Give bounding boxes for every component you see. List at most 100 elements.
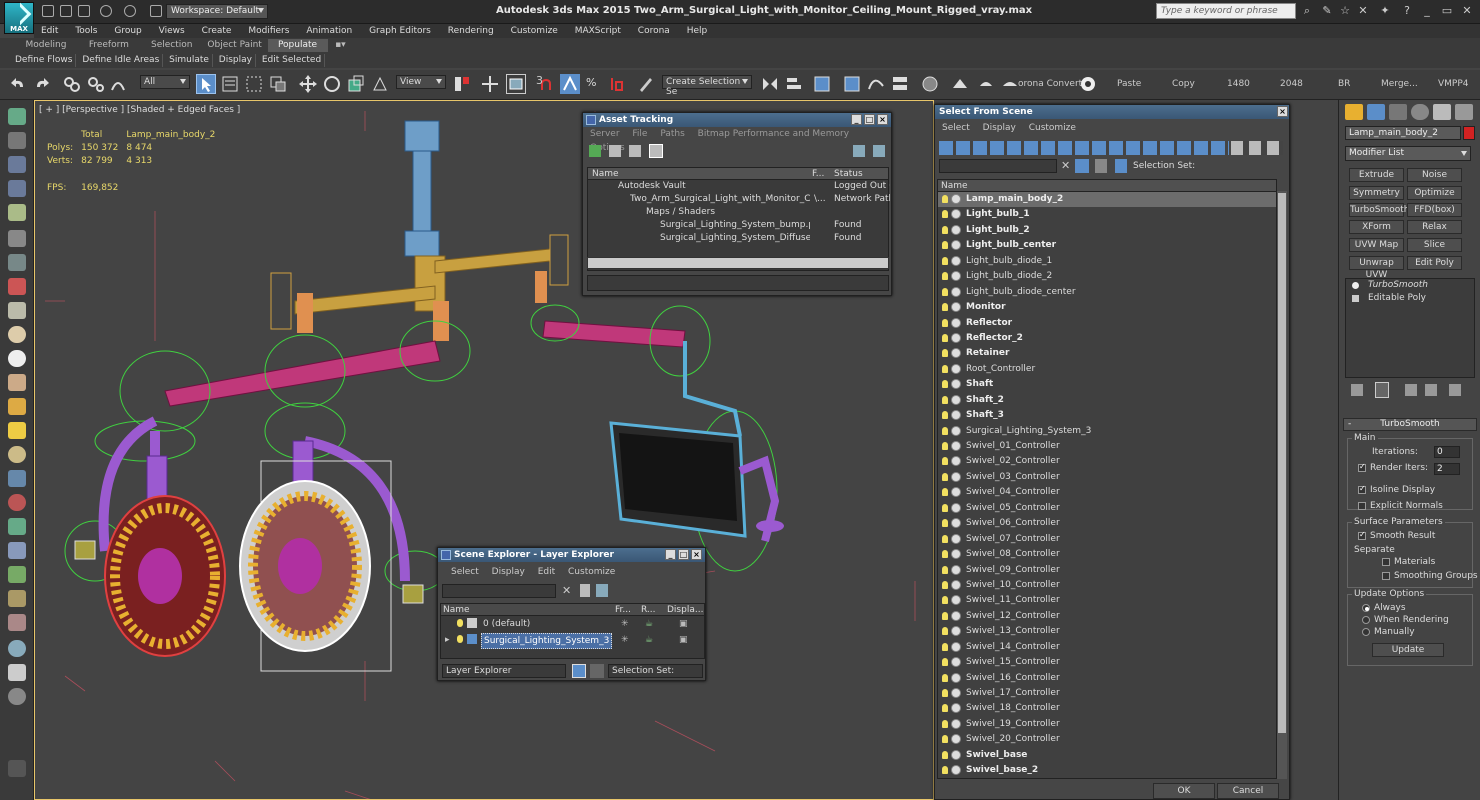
hair-icon[interactable]: [8, 590, 26, 607]
lightbulb-icon[interactable]: [942, 611, 948, 620]
helper-icon[interactable]: [8, 254, 26, 271]
filter-icon[interactable]: [580, 584, 590, 597]
asset-row[interactable]: Surgical_Lighting_System_bump.png Found: [588, 219, 888, 232]
smooth-result-checkbox[interactable]: Smooth Result: [1358, 530, 1435, 541]
make-unique-icon[interactable]: [1405, 384, 1417, 396]
list-item[interactable]: Lamp_main_body_2: [938, 192, 1276, 208]
expand-plus-icon[interactable]: [1352, 295, 1359, 302]
list-item[interactable]: Light_bulb_diode_1: [938, 254, 1276, 269]
list-item[interactable]: Light_bulb_center: [938, 238, 1276, 253]
display-button[interactable]: Display: [216, 54, 256, 67]
list-item[interactable]: Swivel_02_Controller: [938, 454, 1276, 469]
list-item[interactable]: Shaft: [938, 377, 1276, 392]
modifier-stack[interactable]: TurboSmooth Editable Poly: [1345, 278, 1475, 378]
keyboard-shortcut-override-icon[interactable]: [506, 74, 526, 94]
selection-filter-dropdown[interactable]: All: [140, 75, 190, 89]
define-flows-button[interactable]: Define Flows: [12, 54, 77, 67]
list-item[interactable]: Reflector: [938, 316, 1276, 331]
particles-icon[interactable]: [8, 470, 26, 487]
lightbulb-icon[interactable]: [942, 735, 948, 744]
menu-edit[interactable]: Edit: [34, 24, 65, 38]
edit-selected-button[interactable]: Edit Selected: [259, 54, 326, 67]
column-renderable[interactable]: R...: [641, 604, 656, 616]
lightbulb-icon[interactable]: [942, 658, 948, 667]
merge-button[interactable]: Merge...: [1381, 79, 1418, 89]
app-menu-button[interactable]: MAX: [4, 2, 34, 34]
ribbon-tab-modeling[interactable]: Modeling: [16, 39, 76, 52]
refresh-icon[interactable]: [589, 145, 601, 157]
rendered-frame-window-icon[interactable]: [976, 74, 996, 94]
stack-item-editable-poly[interactable]: Editable Poly: [1346, 292, 1474, 305]
list-item[interactable]: Light_bulb_diode_2: [938, 269, 1276, 284]
display-box-icon[interactable]: ▣: [679, 632, 688, 648]
list-item[interactable]: Swivel_15_Controller: [938, 655, 1276, 670]
asset-row[interactable]: Two_Arm_Surgical_Light_with_Monitor_Ceil…: [588, 193, 890, 206]
cancel-button[interactable]: Cancel: [1217, 783, 1279, 799]
close-window-icon[interactable]: ✕: [1460, 4, 1474, 18]
lightbulb-icon[interactable]: [942, 241, 948, 250]
redo-icon[interactable]: [124, 5, 136, 17]
menu-paths[interactable]: Paths: [655, 127, 689, 141]
motion-tab-icon[interactable]: [1411, 104, 1429, 120]
pin-stack-icon[interactable]: [1351, 384, 1363, 396]
menu-animation[interactable]: Animation: [299, 24, 359, 38]
select-from-scene-titlebar[interactable]: Select From Scene ×: [935, 105, 1289, 119]
freeze-icon[interactable]: ✳: [621, 632, 629, 648]
lightbulb-icon[interactable]: [942, 704, 948, 713]
isoline-display-checkbox[interactable]: Isoline Display: [1358, 484, 1435, 495]
rotate-icon[interactable]: [322, 74, 342, 94]
simulate-button[interactable]: Simulate: [166, 54, 213, 67]
list-item[interactable]: Swivel_14_Controller: [938, 640, 1276, 655]
symmetry-button[interactable]: Symmetry: [1349, 186, 1404, 200]
plane-icon[interactable]: [8, 302, 26, 319]
redo-icon[interactable]: [32, 74, 52, 94]
menu-views[interactable]: Views: [152, 24, 192, 38]
lightbulb-icon[interactable]: [942, 580, 948, 589]
resolution-2048-button[interactable]: 2048: [1280, 79, 1303, 89]
subscription-icon[interactable]: ✕: [1356, 4, 1370, 18]
undo-icon[interactable]: [100, 5, 112, 17]
ribbon-tab-populate[interactable]: Populate: [267, 39, 328, 52]
list-item[interactable]: Reflector_2: [938, 331, 1276, 346]
save-file-icon[interactable]: [78, 5, 90, 17]
percent-snap-icon[interactable]: %: [584, 74, 604, 94]
render-production-icon[interactable]: [1000, 74, 1020, 94]
geosphere-icon[interactable]: [8, 350, 26, 367]
render-icon[interactable]: [8, 278, 26, 295]
settings-icon[interactable]: [873, 145, 885, 157]
unlink-icon[interactable]: [86, 74, 106, 94]
select-by-name-icon[interactable]: [220, 74, 240, 94]
menu-graph-editors[interactable]: Graph Editors: [362, 24, 438, 38]
spinner-snap-icon[interactable]: [608, 74, 628, 94]
communication-center-icon[interactable]: ✎: [1320, 4, 1334, 18]
scene-object-list[interactable]: Name Lamp_main_body_2 Light_bulb_1 Light_b…: [937, 179, 1277, 779]
lightbulb-icon[interactable]: [942, 333, 948, 342]
explicit-normals-checkbox[interactable]: Explicit Normals: [1358, 501, 1443, 511]
list-item[interactable]: Swivel_18_Controller: [938, 701, 1276, 716]
corona-convert-label[interactable]: orona Convert: [1018, 79, 1082, 89]
menu-help[interactable]: Help: [680, 24, 715, 38]
ribbon-tab-freeform[interactable]: Freeform: [79, 39, 139, 52]
hierarchy-tab-icon[interactable]: [1389, 104, 1407, 120]
noise-button[interactable]: Noise: [1407, 168, 1462, 182]
list-item[interactable]: Swivel_base_2: [938, 763, 1276, 778]
ffd-box-button[interactable]: FFD(box): [1407, 203, 1462, 217]
relax-button[interactable]: Relax: [1407, 220, 1462, 234]
window-crossing-icon[interactable]: [268, 74, 288, 94]
list-item[interactable]: Light_bulb_1: [938, 207, 1276, 222]
minimize-icon[interactable]: _: [851, 114, 862, 125]
list-item[interactable]: Swivel_06_Controller: [938, 516, 1276, 531]
schematic-view-icon[interactable]: [890, 74, 910, 94]
lightbulb-icon[interactable]: [942, 750, 948, 759]
menu-display[interactable]: Display: [978, 121, 1021, 135]
gear-icon[interactable]: [8, 542, 26, 559]
menu-rendering[interactable]: Rendering: [441, 24, 501, 38]
favorites-icon[interactable]: ☆: [1338, 4, 1352, 18]
list-item[interactable]: Retainer: [938, 346, 1276, 361]
vmpp4-button[interactable]: VMPP4: [1438, 79, 1469, 89]
clear-icon[interactable]: ✕: [562, 584, 571, 597]
curve-editor-icon[interactable]: [866, 74, 886, 94]
column-display[interactable]: Displa...: [667, 604, 703, 616]
lightbulb-icon[interactable]: [942, 210, 948, 219]
render-teapot-icon[interactable]: ☕: [645, 632, 653, 648]
